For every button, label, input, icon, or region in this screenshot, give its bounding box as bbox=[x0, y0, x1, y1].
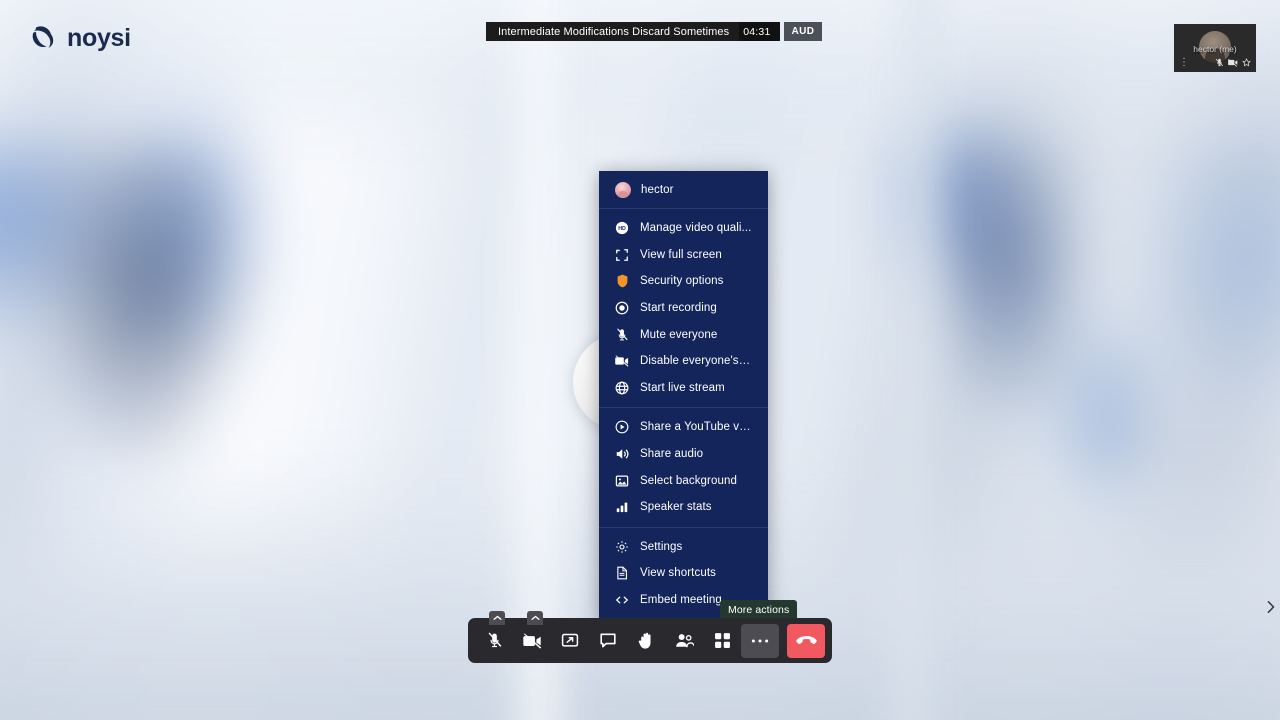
bar-chart-icon bbox=[615, 500, 629, 514]
ellipsis-icon bbox=[751, 638, 769, 644]
menu-item-label: Share a YouTube video bbox=[640, 421, 752, 434]
svg-text:HD: HD bbox=[618, 226, 626, 232]
shield-icon bbox=[615, 274, 629, 288]
menu-item-label: Mute everyone bbox=[640, 328, 718, 341]
self-view-thumbnail[interactable]: hector (me) ⋮ bbox=[1174, 24, 1256, 72]
app-logo: noysi bbox=[30, 24, 131, 52]
meeting-subject-bar: Intermediate Modifications Discard Somet… bbox=[486, 22, 823, 41]
play-circle-icon bbox=[615, 420, 629, 434]
hd-quality-icon: HD bbox=[615, 221, 629, 235]
toolbar-hangup-button[interactable] bbox=[787, 623, 825, 658]
chevron-right-icon bbox=[1266, 600, 1276, 619]
audio-only-badge: AUD bbox=[783, 22, 823, 41]
menu-item-speaker-stats[interactable]: Speaker stats bbox=[599, 494, 768, 521]
menu-item-label: Select background bbox=[640, 474, 737, 487]
menu-item-label: View shortcuts bbox=[640, 567, 716, 580]
toolbar-more-actions-button[interactable] bbox=[741, 623, 779, 658]
microphone-muted-icon bbox=[1215, 58, 1224, 67]
live-stream-icon bbox=[615, 381, 629, 395]
toolbar-chat-button[interactable] bbox=[589, 624, 627, 658]
menu-item-start-live-stream[interactable]: Start live stream bbox=[599, 375, 768, 402]
menu-item-security-options[interactable]: Security options bbox=[599, 268, 768, 295]
star-icon[interactable] bbox=[1242, 58, 1251, 67]
code-brackets-icon bbox=[615, 593, 629, 607]
chat-bubble-icon bbox=[599, 632, 617, 649]
menu-item-mute-everyone[interactable]: Mute everyone bbox=[599, 321, 768, 348]
camera-muted-icon bbox=[1228, 58, 1238, 67]
toolbar-tile-view-button[interactable] bbox=[703, 624, 741, 658]
menu-item-label: Security options bbox=[640, 275, 724, 288]
menu-item-view-shortcuts[interactable]: View shortcuts bbox=[599, 560, 768, 587]
menu-item-label: Speaker stats bbox=[640, 501, 712, 514]
toolbar-share-screen-button[interactable] bbox=[551, 624, 589, 658]
toolbar-participants-button[interactable] bbox=[665, 624, 703, 658]
menu-item-settings[interactable]: Settings bbox=[599, 534, 768, 561]
menu-item-label: Manage video quali... bbox=[640, 222, 752, 235]
menu-group-moderation: HD Manage video quali... View full scree… bbox=[599, 209, 768, 407]
image-icon bbox=[615, 474, 629, 488]
self-view-name: hector (me) bbox=[1193, 44, 1237, 55]
menu-item-disable-everyones-camera[interactable]: Disable everyone's camera bbox=[599, 348, 768, 375]
grid-icon bbox=[714, 632, 731, 649]
menu-item-label: Settings bbox=[640, 540, 683, 553]
menu-item-label: Disable everyone's camera bbox=[640, 355, 752, 368]
camera-muted-icon bbox=[615, 354, 629, 368]
meeting-screen: noysi Intermediate Modifications Discard… bbox=[0, 0, 1280, 720]
speaker-icon bbox=[615, 447, 629, 461]
gear-icon bbox=[615, 540, 629, 554]
user-avatar-icon bbox=[615, 181, 631, 198]
menu-item-label: Start recording bbox=[640, 302, 717, 315]
toolbar-microphone-button[interactable] bbox=[475, 610, 513, 658]
microphone-muted-icon bbox=[615, 328, 629, 342]
menu-group-sharing: Share a YouTube video Share audio Select… bbox=[599, 407, 768, 526]
more-actions-menu[interactable]: hector HD Manage video quali... View ful… bbox=[599, 171, 768, 624]
people-icon bbox=[675, 632, 694, 649]
menu-item-label: Embed meeting bbox=[640, 594, 722, 607]
raised-hand-icon bbox=[638, 632, 655, 650]
menu-item-label: View full screen bbox=[640, 248, 722, 261]
microphone-muted-icon bbox=[486, 632, 503, 649]
menu-item-start-recording[interactable]: Start recording bbox=[599, 295, 768, 322]
toolbar-raise-hand-button[interactable] bbox=[627, 624, 665, 658]
menu-item-share-youtube-video[interactable]: Share a YouTube video bbox=[599, 414, 768, 441]
document-icon bbox=[615, 566, 629, 580]
meeting-timer: 04:31 bbox=[739, 22, 780, 41]
phone-hangup-icon bbox=[795, 635, 817, 647]
brand-name: noysi bbox=[67, 23, 131, 52]
menu-item-label: Start live stream bbox=[640, 381, 725, 394]
camera-options-caret-button[interactable] bbox=[527, 610, 543, 625]
meeting-subject: Intermediate Modifications Discard Somet… bbox=[486, 22, 740, 41]
menu-item-select-background[interactable]: Select background bbox=[599, 467, 768, 494]
toolbar-camera-button[interactable] bbox=[513, 610, 551, 658]
meeting-toolbar bbox=[468, 610, 832, 663]
microphone-options-caret-button[interactable] bbox=[489, 610, 505, 625]
background-column-right bbox=[880, 0, 950, 720]
menu-header-name: hector bbox=[641, 183, 674, 196]
camera-muted-icon bbox=[522, 633, 542, 649]
menu-item-manage-video-quality[interactable]: HD Manage video quali... bbox=[599, 215, 768, 242]
filmstrip-toggle-button[interactable] bbox=[1264, 598, 1278, 620]
menu-item-label: Share audio bbox=[640, 448, 704, 461]
vertical-dots-icon[interactable]: ⋮ bbox=[1179, 58, 1189, 68]
menu-item-view-full-screen[interactable]: View full screen bbox=[599, 242, 768, 269]
menu-header-participant[interactable]: hector bbox=[599, 171, 768, 209]
noysi-ribbon-logo-icon bbox=[30, 24, 58, 52]
self-view-status-icons bbox=[1215, 58, 1251, 67]
menu-item-share-audio[interactable]: Share audio bbox=[599, 441, 768, 468]
record-icon bbox=[615, 301, 629, 315]
fullscreen-icon bbox=[615, 248, 629, 262]
screen-share-icon bbox=[561, 632, 579, 649]
